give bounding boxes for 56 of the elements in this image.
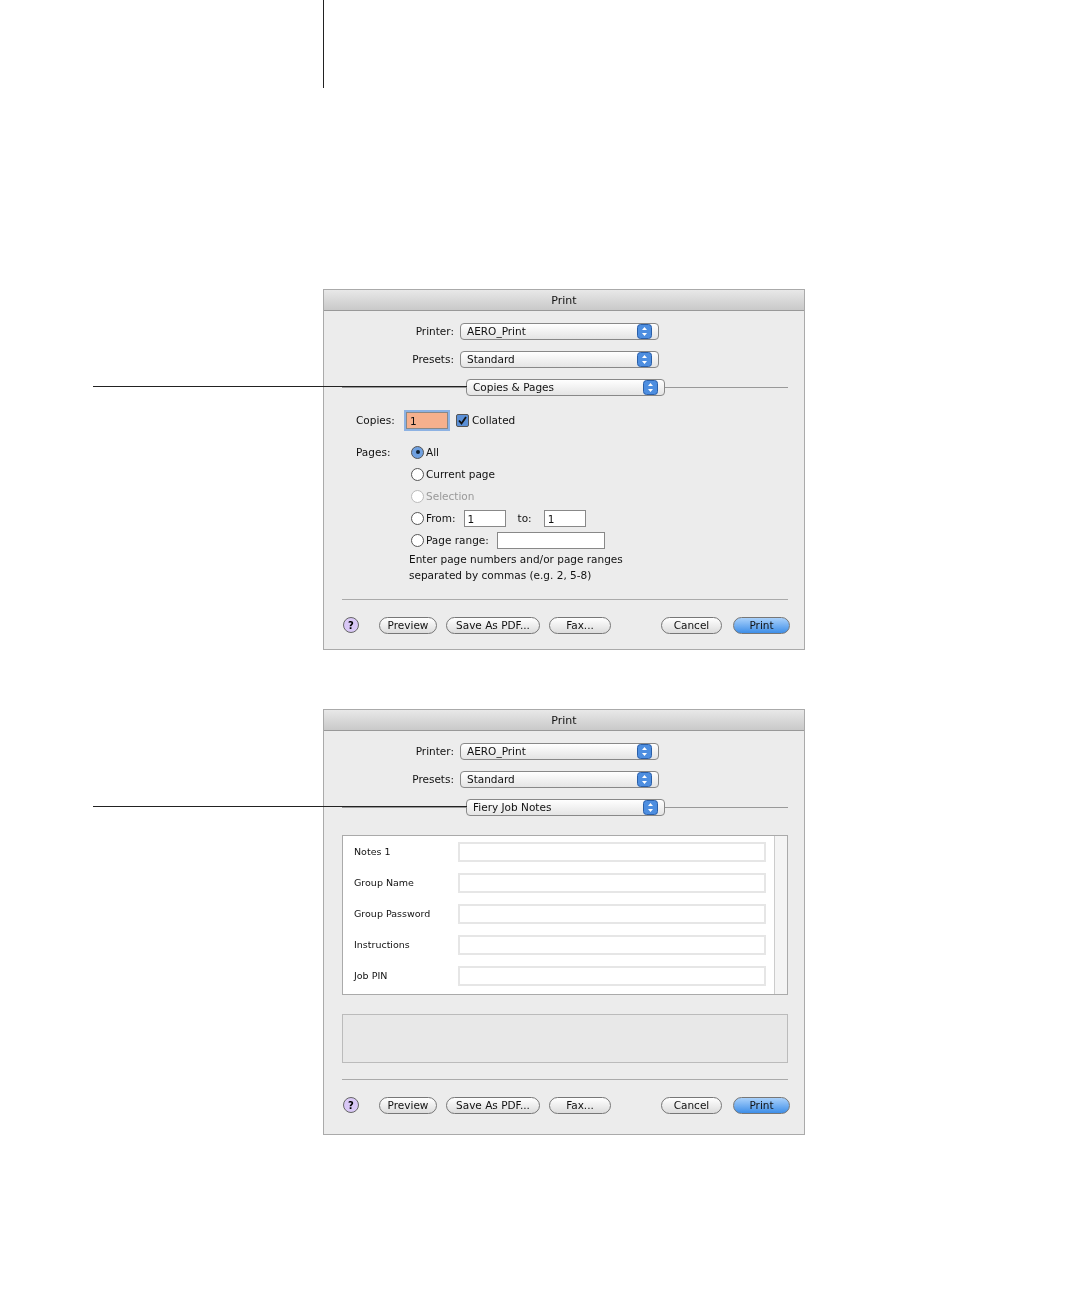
field-label: Notes 1 xyxy=(353,846,392,857)
field-label: Instructions xyxy=(353,939,411,950)
text-field[interactable] xyxy=(496,531,605,549)
radio-button[interactable] xyxy=(411,445,424,459)
dialog-button[interactable]: Cancel xyxy=(661,616,722,634)
radio-label: Page range: xyxy=(426,534,489,546)
popup-button[interactable]: AERO_Print xyxy=(460,322,659,340)
field-label: to: xyxy=(517,512,532,524)
radio-label: Current page xyxy=(426,468,495,480)
dialog-button[interactable]: Preview xyxy=(379,1096,437,1114)
dialog-button[interactable]: Save As PDF... xyxy=(446,616,540,634)
radio-label: All xyxy=(426,446,440,458)
hint-text: Enter page numbers and/or page ranges xyxy=(409,552,624,567)
popup-button[interactable]: Fiery Job Notes xyxy=(466,798,665,816)
popup-button[interactable]: Copies & Pages xyxy=(466,378,665,396)
field-label: Pages: xyxy=(355,445,392,460)
popup-button[interactable]: AERO_Print xyxy=(460,742,659,760)
stepper-icon xyxy=(637,323,652,339)
hint-text: separated by commas (e.g. 2, 5-8) xyxy=(409,568,593,583)
field-label: Copies: xyxy=(355,414,396,426)
radio-label: From: xyxy=(426,512,456,524)
copies-field[interactable]: 1 xyxy=(406,411,448,429)
stepper-icon xyxy=(637,351,652,367)
dialog-button[interactable]: Fax... xyxy=(549,616,611,634)
field-label: Presets: xyxy=(411,773,455,785)
help-button[interactable]: ? xyxy=(343,1097,359,1113)
dialog-button[interactable]: Cancel xyxy=(661,1096,722,1114)
dialog-button[interactable]: Preview xyxy=(379,616,437,634)
checkbox-label: Collated xyxy=(472,414,516,426)
field-label: Group Password xyxy=(353,908,432,919)
dialog-button[interactable]: Print xyxy=(733,1096,790,1114)
stepper-icon xyxy=(643,799,658,815)
stepper-icon xyxy=(637,743,652,759)
text-field[interactable]: 1 xyxy=(543,509,586,527)
radio-label: Selection xyxy=(426,490,475,502)
popup-button[interactable]: Standard xyxy=(460,770,659,788)
checkbox[interactable] xyxy=(456,413,469,427)
field-label: Printer: xyxy=(414,745,455,757)
window-title: Print xyxy=(551,713,577,727)
field-label: Job PIN xyxy=(352,970,389,981)
stepper-icon xyxy=(637,771,652,787)
dialog-button[interactable]: Print xyxy=(733,616,790,634)
dialog-button[interactable]: Fax... xyxy=(549,1096,611,1114)
text-field[interactable]: 1 xyxy=(463,509,506,527)
scroll-bar[interactable] xyxy=(774,836,787,994)
window-title: Print xyxy=(551,293,577,307)
dialog-button[interactable]: Save As PDF... xyxy=(446,1096,540,1114)
radio-button[interactable] xyxy=(411,533,424,547)
field-label: Presets: xyxy=(411,353,455,365)
radio-button[interactable] xyxy=(411,467,424,481)
field-label: Group Name xyxy=(353,877,415,888)
popup-button[interactable]: Standard xyxy=(460,350,659,368)
help-button[interactable]: ? xyxy=(343,617,359,633)
field-label: Printer: xyxy=(414,325,455,337)
stepper-icon xyxy=(643,379,658,395)
radio-button[interactable] xyxy=(411,511,424,525)
